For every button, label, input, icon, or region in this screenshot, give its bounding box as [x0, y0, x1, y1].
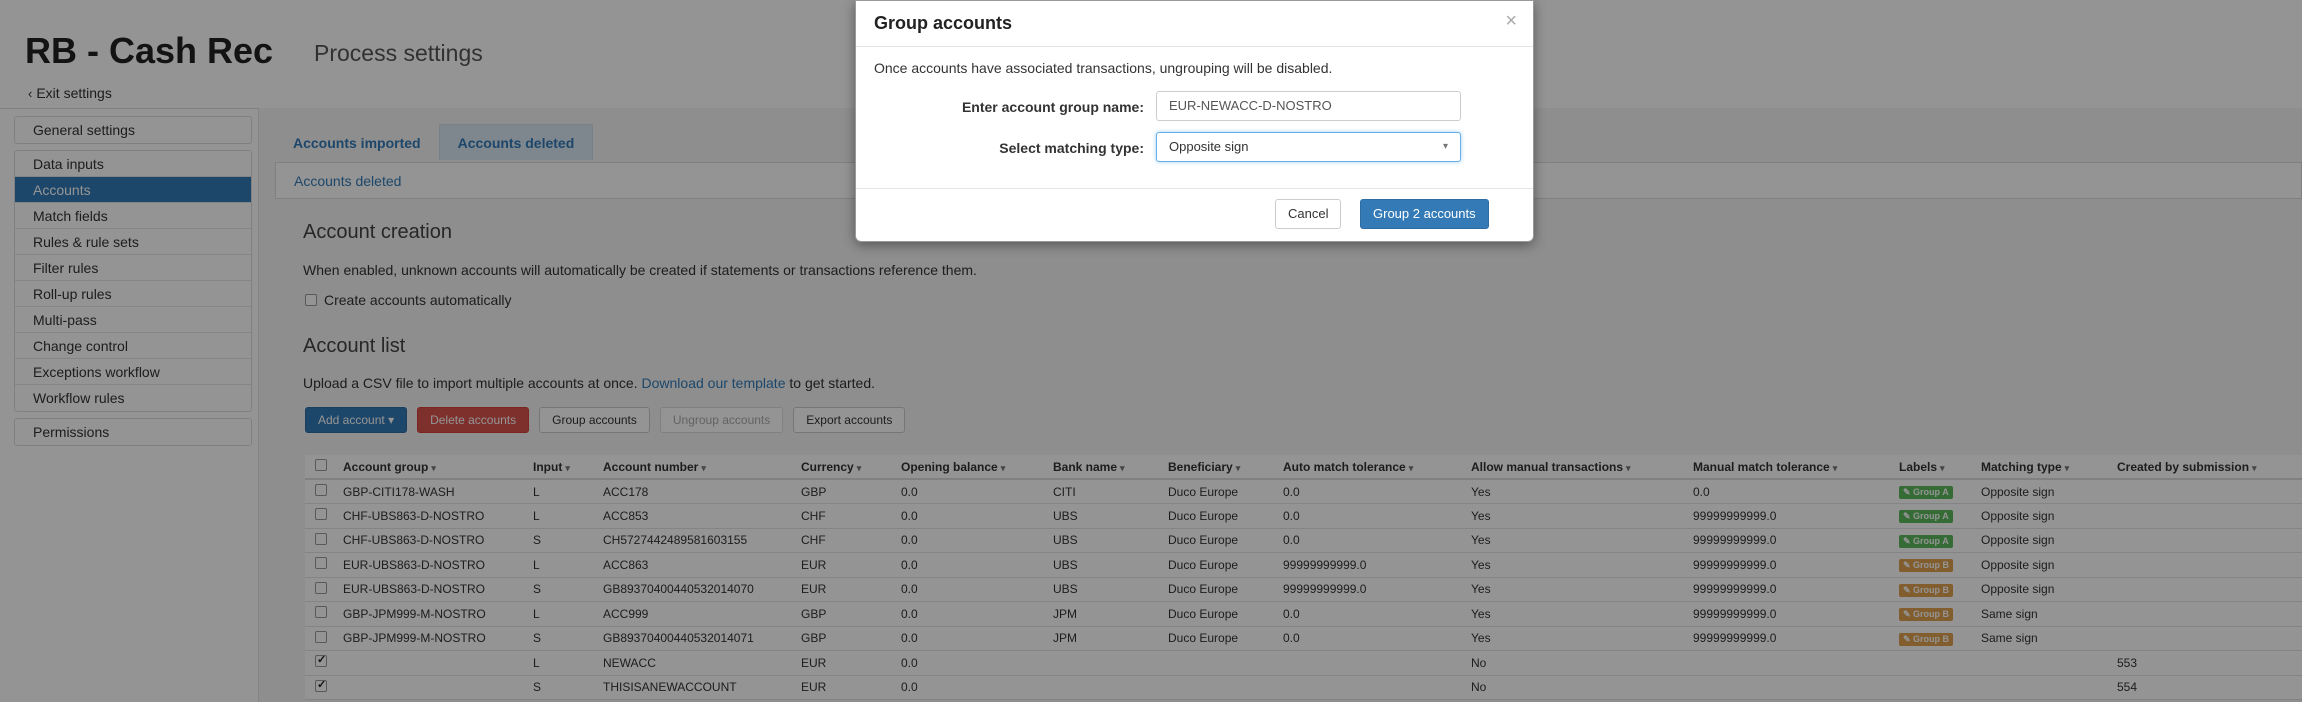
group-accounts-confirm-button[interactable]: Group 2 accounts: [1360, 199, 1489, 229]
matching-type-select[interactable]: Opposite sign ▾: [1156, 132, 1461, 162]
modal-body: Once accounts have associated transactio…: [856, 47, 1533, 189]
modal-note: Once accounts have associated transactio…: [874, 60, 1333, 76]
modal-header: Group accounts ×: [856, 1, 1533, 47]
modal-footer: Cancel Group 2 accounts: [856, 189, 1533, 241]
matching-type-label: Select matching type:: [999, 140, 1144, 156]
close-icon[interactable]: ×: [1505, 10, 1517, 33]
group-accounts-modal: Group accounts × Once accounts have asso…: [855, 0, 1534, 242]
cancel-button[interactable]: Cancel: [1275, 199, 1342, 229]
matching-type-value: Opposite sign: [1169, 139, 1249, 154]
page: RB - Cash Rec Process settings ‹ Exit set…: [0, 0, 2302, 702]
chevron-down-icon: ▾: [1442, 141, 1448, 152]
group-name-input[interactable]: EUR-NEWACC-D-NOSTRO: [1156, 91, 1461, 121]
group-name-label: Enter account group name:: [961, 99, 1144, 115]
modal-title: Group accounts: [874, 13, 1013, 33]
